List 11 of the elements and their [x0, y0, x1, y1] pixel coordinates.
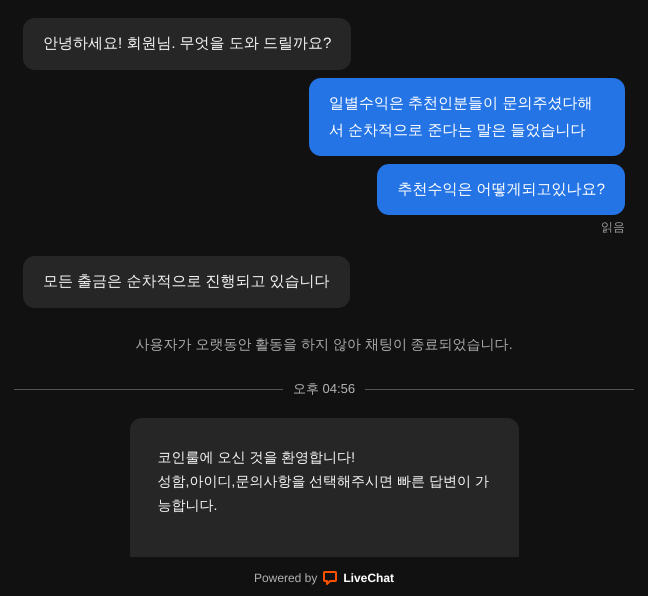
powered-by-text: Powered by — [254, 570, 318, 587]
brand-name: LiveChat — [343, 570, 394, 587]
user-message: 추천수익은 어떻게되고있나요? — [377, 164, 625, 215]
system-message: 사용자가 오랫동안 활동을 하지 않아 채팅이 종료되었습니다. — [135, 335, 513, 354]
agent-message: 모든 출금은 순차적으로 진행되고 있습니다 — [23, 256, 350, 308]
user-message: 일별수익은 추천인분들이 문의주셨다해서 순차적으로 준다는 말은 들었습니다 — [309, 78, 625, 156]
read-receipt: 읽음 — [601, 219, 625, 235]
agent-message: 안녕하세요! 회원님. 무엇을 도와 드릴까요? — [23, 18, 352, 70]
welcome-card: 코인룰에 오신 것을 환영합니다! 성함,아이디,문의사항을 선택해주시면 빠른 답변이 가능합니다. — [130, 418, 518, 557]
chat-bubble-icon — [323, 571, 338, 585]
timestamp: 오후 04:56 — [292, 380, 356, 398]
